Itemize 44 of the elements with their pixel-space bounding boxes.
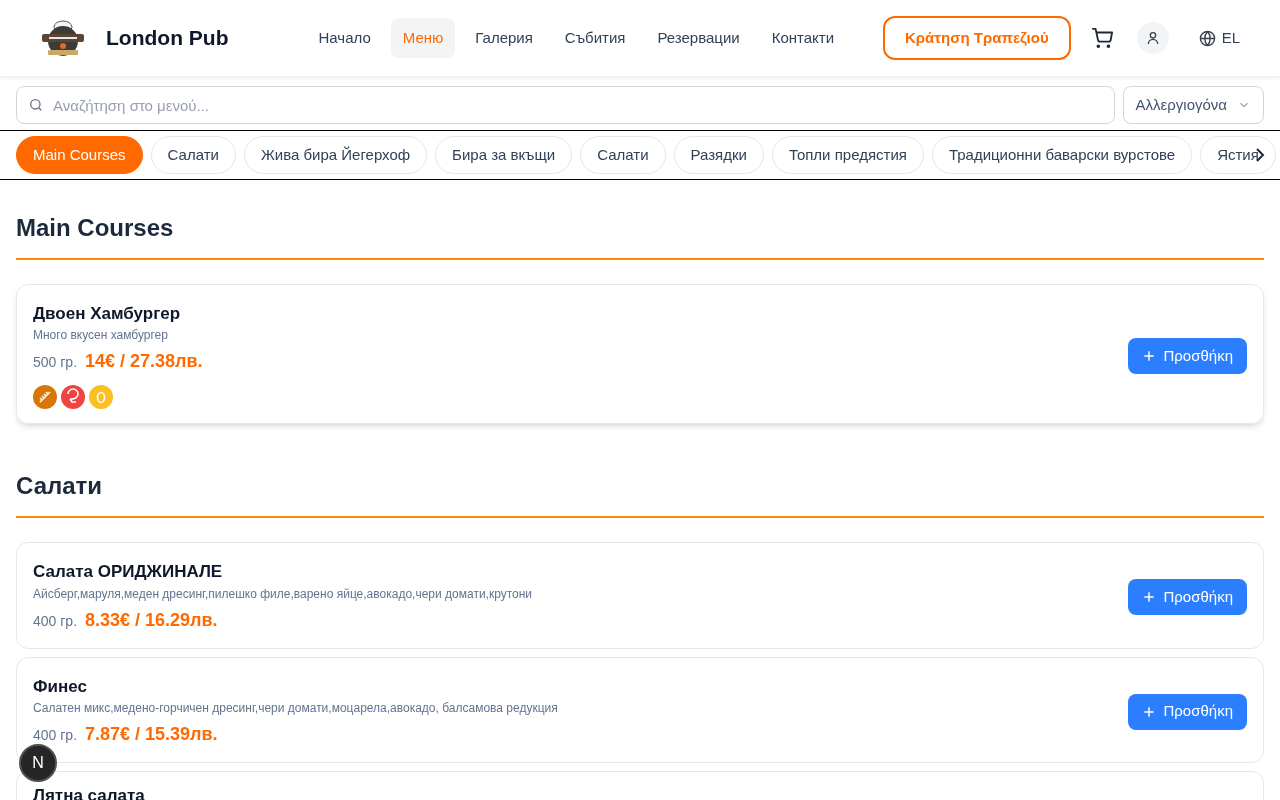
item-price: 14€ / 27.38лв.: [85, 350, 203, 374]
add-button[interactable]: Προσθήκη: [1127, 693, 1247, 730]
category-tab[interactable]: Традиционни баварски вурстове: [931, 136, 1193, 174]
nav-link[interactable]: Контакти: [759, 17, 847, 59]
plus-icon: [1141, 590, 1156, 605]
category-tab[interactable]: Ястия: [1200, 136, 1276, 174]
cart-icon[interactable]: [1090, 27, 1113, 49]
nav-link[interactable]: Начало: [306, 17, 383, 59]
allergen-dropdown[interactable]: Αλλεργιογόνα: [1122, 86, 1264, 124]
item-name: Финес: [33, 675, 88, 697]
account-button[interactable]: [1136, 22, 1169, 54]
item-description: Много вкусен хамбургер: [33, 327, 169, 345]
nav-link[interactable]: Събития: [552, 17, 638, 59]
globe-icon: [1198, 29, 1216, 47]
search-field[interactable]: Αναζήτηση στο μενού...: [16, 86, 1115, 124]
category-tab[interactable]: Салати: [150, 136, 236, 174]
item-price: 8.33€ / 16.29лв.: [85, 608, 218, 632]
restaurant-logo[interactable]: [40, 17, 86, 59]
nav-link[interactable]: Резервации: [645, 17, 752, 59]
plus-icon: [1141, 704, 1156, 719]
item-weight: 400 гр.: [33, 725, 78, 745]
section-title: Main Courses: [16, 180, 1264, 260]
language-label: EL: [1221, 27, 1240, 48]
dev-badge[interactable]: N: [19, 744, 57, 782]
add-button[interactable]: Προσθήκη: [1127, 338, 1247, 375]
item-name: Салата ОРИДЖИНАЛЕ: [33, 561, 224, 583]
item-description: Салатен микс,медено-горчичен дресинг,чери домати,моцарела,авокадо, балсамова редукция: [33, 699, 559, 717]
category-tab[interactable]: Салати: [580, 136, 666, 174]
brand-name: London Pub: [106, 25, 229, 52]
category-tab[interactable]: Бира за вкъщи: [435, 136, 573, 174]
language-button[interactable]: EL: [1198, 26, 1240, 50]
search-icon: [28, 97, 44, 113]
category-tab[interactable]: Разядки: [673, 136, 764, 174]
item-weight: 500 гр.: [33, 353, 78, 373]
item-price: 7.87€ / 15.39лв.: [85, 722, 218, 746]
item-name: Двоен Хамбургер: [33, 303, 182, 325]
category-tab[interactable]: Топли предястия: [771, 136, 924, 174]
item-description: Айсберг,маруля,меден дресинг,пилешко филе,варено яйце,авокадо,чери домати,крутони: [33, 585, 534, 603]
nav-link[interactable]: Галерия: [463, 17, 545, 59]
item-weight: 400 гр.: [33, 611, 78, 631]
plus-icon: [1141, 349, 1156, 364]
section-title: Салати: [16, 438, 1264, 519]
category-tab[interactable]: Жива бира Йегерхоф: [243, 136, 428, 174]
add-button[interactable]: Προσθήκη: [1127, 579, 1247, 616]
